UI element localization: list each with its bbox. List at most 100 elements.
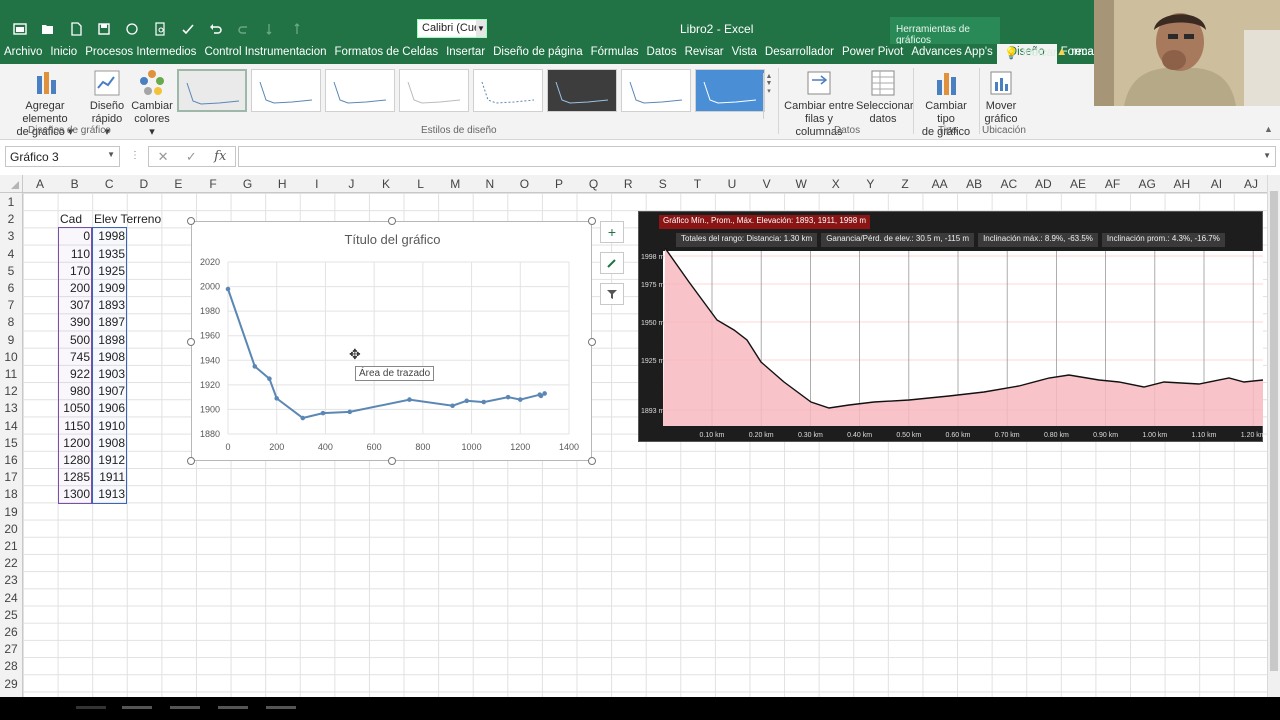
column-header-d[interactable]: D bbox=[127, 177, 161, 191]
cell-elev[interactable]: 1908 bbox=[92, 436, 125, 450]
resize-handle[interactable] bbox=[388, 217, 396, 225]
column-header-ad[interactable]: AD bbox=[1026, 177, 1060, 191]
column-header-h[interactable]: H bbox=[265, 177, 299, 191]
row-header-6[interactable]: 6 bbox=[0, 281, 22, 295]
tab-power-pivot[interactable]: Power Pivot bbox=[838, 44, 907, 64]
row-header-27[interactable]: 27 bbox=[0, 642, 22, 656]
column-header-r[interactable]: R bbox=[611, 177, 645, 191]
cell-elev[interactable]: 1935 bbox=[92, 247, 125, 261]
row-header-21[interactable]: 21 bbox=[0, 539, 22, 553]
row-header-8[interactable]: 8 bbox=[0, 315, 22, 329]
column-header-p[interactable]: P bbox=[542, 177, 576, 191]
tell-me-box[interactable]: 💡 Indicar bbox=[1004, 46, 1057, 60]
scroll-thumb[interactable] bbox=[1270, 191, 1278, 671]
gallery-scroll[interactable]: ▲ ▼ ▾ bbox=[763, 73, 774, 119]
column-header-n[interactable]: N bbox=[473, 177, 507, 191]
resize-handle[interactable] bbox=[187, 457, 195, 465]
row-header-10[interactable]: 10 bbox=[0, 350, 22, 364]
chart-style-6[interactable] bbox=[547, 69, 617, 112]
sheet-tab[interactable]: ▬▬▬ bbox=[170, 701, 200, 712]
column-header-v[interactable]: V bbox=[750, 177, 784, 191]
column-header-e[interactable]: E bbox=[161, 177, 195, 191]
column-header-x[interactable]: X bbox=[819, 177, 853, 191]
cell-cad[interactable]: 110 bbox=[58, 247, 90, 261]
chart-style-4[interactable] bbox=[399, 69, 469, 112]
tab-diseno-de-pagina[interactable]: Diseño de página bbox=[489, 44, 587, 64]
cell-elev[interactable]: 1910 bbox=[92, 419, 125, 433]
cell-cad[interactable]: 1285 bbox=[58, 470, 90, 484]
change-colors-button[interactable]: Cambiar colores ▾ bbox=[130, 68, 174, 139]
sort-desc-icon[interactable] bbox=[288, 18, 312, 40]
cell-cad[interactable]: 500 bbox=[58, 333, 90, 347]
tab-datos[interactable]: Datos bbox=[643, 44, 681, 64]
row-header-29[interactable]: 29 bbox=[0, 677, 22, 691]
column-header-s[interactable]: S bbox=[646, 177, 680, 191]
tab-revisar[interactable]: Revisar bbox=[681, 44, 728, 64]
vertical-scrollbar[interactable] bbox=[1267, 175, 1280, 697]
column-header-b[interactable]: B bbox=[58, 177, 92, 191]
row-header-7[interactable]: 7 bbox=[0, 298, 22, 312]
column-header-ai[interactable]: AI bbox=[1199, 177, 1233, 191]
cell-cad[interactable]: 1150 bbox=[58, 419, 90, 433]
column-header-ah[interactable]: AH bbox=[1165, 177, 1199, 191]
row-header-11[interactable]: 11 bbox=[0, 367, 22, 381]
elevation-profile-image[interactable]: Gráfico Mín., Prom., Máx. Elevación: 189… bbox=[638, 211, 1264, 442]
row-header-2[interactable]: 2 bbox=[0, 212, 22, 226]
cell-cad[interactable]: 922 bbox=[58, 367, 90, 381]
chart-style-7[interactable] bbox=[621, 69, 691, 112]
column-header-w[interactable]: W bbox=[784, 177, 818, 191]
column-header-aa[interactable]: AA bbox=[923, 177, 957, 191]
cell-elev[interactable]: 1906 bbox=[92, 401, 125, 415]
tab-vista[interactable]: Vista bbox=[728, 44, 761, 64]
cell-cad[interactable]: 745 bbox=[58, 350, 90, 364]
cell-cad[interactable]: 1050 bbox=[58, 401, 90, 415]
row-header-13[interactable]: 13 bbox=[0, 401, 22, 415]
column-header-g[interactable]: G bbox=[231, 177, 265, 191]
resize-handle[interactable] bbox=[588, 457, 596, 465]
column-header-ac[interactable]: AC bbox=[992, 177, 1026, 191]
header-elev-terreno[interactable]: Elev Terreno bbox=[94, 212, 161, 226]
column-header-q[interactable]: Q bbox=[577, 177, 611, 191]
column-header-af[interactable]: AF bbox=[1096, 177, 1130, 191]
row-header-25[interactable]: 25 bbox=[0, 608, 22, 622]
cell-elev[interactable]: 1907 bbox=[92, 384, 125, 398]
name-box[interactable]: Gráfico 3 ▼ bbox=[5, 146, 120, 167]
row-header-5[interactable]: 5 bbox=[0, 264, 22, 278]
tab-insertar[interactable]: Insertar bbox=[442, 44, 489, 64]
chart-styles-brush-icon[interactable] bbox=[600, 252, 624, 274]
select-data-button[interactable]: Seleccionar datos bbox=[856, 68, 913, 126]
chart-elements-plus-icon[interactable]: + bbox=[600, 221, 624, 243]
column-header-j[interactable]: J bbox=[334, 177, 368, 191]
cell-elev[interactable]: 1912 bbox=[92, 453, 125, 467]
column-header-ab[interactable]: AB bbox=[957, 177, 991, 191]
cell-elev[interactable]: 1911 bbox=[92, 470, 125, 484]
row-header-15[interactable]: 15 bbox=[0, 436, 22, 450]
cell-elev[interactable]: 1903 bbox=[92, 367, 125, 381]
share-area[interactable]: ▲ reca bbox=[1056, 46, 1094, 58]
row-header-14[interactable]: 14 bbox=[0, 419, 22, 433]
save-icon[interactable] bbox=[92, 18, 116, 40]
row-header-4[interactable]: 4 bbox=[0, 247, 22, 261]
row-header-9[interactable]: 9 bbox=[0, 333, 22, 347]
cell-elev[interactable]: 1925 bbox=[92, 264, 125, 278]
cell-elev[interactable]: 1908 bbox=[92, 350, 125, 364]
cell-cad[interactable]: 307 bbox=[58, 298, 90, 312]
row-header-1[interactable]: 1 bbox=[0, 195, 22, 209]
sheet-tab[interactable]: ▬▬▬ bbox=[122, 701, 152, 712]
tab-archivo[interactable]: Archivo bbox=[0, 44, 46, 64]
cell-cad[interactable]: 1200 bbox=[58, 436, 90, 450]
cell-elev[interactable]: 1893 bbox=[92, 298, 125, 312]
column-header-aj[interactable]: AJ bbox=[1234, 177, 1267, 191]
cell-elev[interactable]: 1913 bbox=[92, 487, 125, 501]
cell-elev[interactable]: 1909 bbox=[92, 281, 125, 295]
cell-cad[interactable]: 1280 bbox=[58, 453, 90, 467]
cell-elev[interactable]: 1898 bbox=[92, 333, 125, 347]
collapse-ribbon-icon[interactable]: ▲ bbox=[1264, 124, 1273, 134]
column-header-k[interactable]: K bbox=[369, 177, 403, 191]
column-header-i[interactable]: I bbox=[300, 177, 334, 191]
sort-asc-icon[interactable] bbox=[260, 18, 284, 40]
cell-cad[interactable]: 1300 bbox=[58, 487, 90, 501]
row-header-23[interactable]: 23 bbox=[0, 573, 22, 587]
column-header-l[interactable]: L bbox=[404, 177, 438, 191]
chart-style-3[interactable] bbox=[325, 69, 395, 112]
